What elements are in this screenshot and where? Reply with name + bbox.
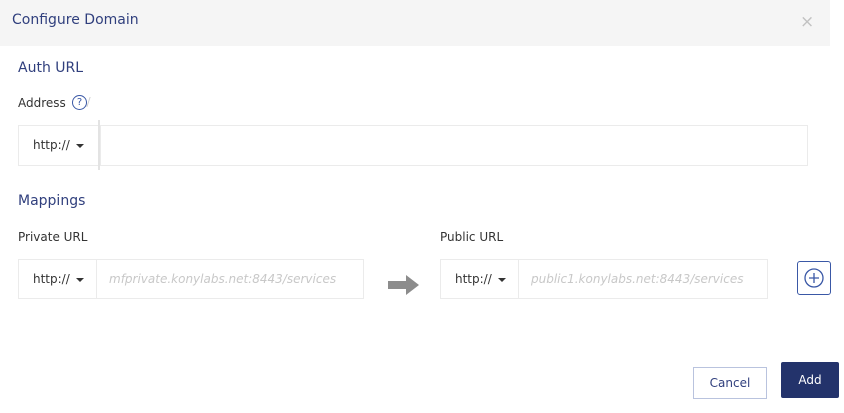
- public-protocol-dropdown[interactable]: http://: [440, 259, 518, 299]
- dialog-title: Configure Domain: [12, 12, 139, 28]
- cancel-button[interactable]: Cancel: [693, 367, 767, 399]
- address-label: Address: [18, 96, 66, 110]
- help-icon-tail: [86, 97, 91, 107]
- chevron-down-icon: [75, 277, 84, 282]
- public-url-label: Public URL: [440, 230, 504, 244]
- chevron-down-icon: [497, 277, 506, 282]
- public-protocol-value: http://: [455, 272, 492, 286]
- chevron-down-icon: [75, 143, 84, 148]
- add-mapping-button[interactable]: [797, 261, 831, 295]
- dialog-header: Configure Domain ×: [0, 0, 830, 46]
- plus-circle-icon: [804, 268, 824, 288]
- auth-protocol-value: http://: [33, 138, 70, 152]
- close-icon[interactable]: ×: [800, 13, 814, 31]
- arrow-right-icon: [388, 275, 419, 295]
- private-protocol-dropdown[interactable]: http://: [18, 259, 96, 299]
- private-url-input[interactable]: mfprivate.konylabs.net:8443/services: [96, 259, 364, 299]
- auth-protocol-dropdown[interactable]: http://: [18, 125, 98, 166]
- public-url-input[interactable]: public1.konylabs.net:8443/services: [518, 259, 768, 299]
- auth-url-section-title: Auth URL: [18, 60, 84, 76]
- auth-address-input[interactable]: [100, 125, 808, 166]
- mappings-section-title: Mappings: [18, 193, 86, 209]
- private-protocol-value: http://: [33, 272, 70, 286]
- private-url-label: Private URL: [18, 230, 88, 244]
- add-button[interactable]: Add: [781, 362, 839, 398]
- help-icon[interactable]: ?: [72, 95, 87, 110]
